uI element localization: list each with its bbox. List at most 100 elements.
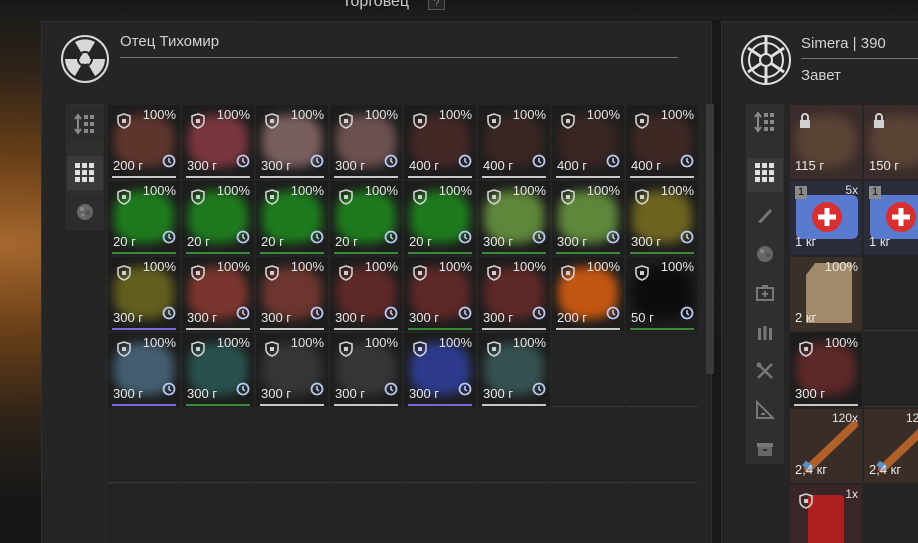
- player-item-slot[interactable]: 100% 2 кг: [790, 257, 862, 331]
- trader-name-underline: [120, 57, 678, 58]
- trader-item-slot[interactable]: 100% 300 г: [552, 181, 624, 255]
- trader-item-slot[interactable]: 100% 20 г: [404, 181, 476, 255]
- player-item-slot[interactable]: 1 1 кг: [864, 181, 918, 255]
- shield-icon: [561, 113, 575, 134]
- item-condition: 100%: [438, 335, 472, 350]
- trader-item-slot[interactable]: 100% 300 г: [182, 257, 254, 331]
- trader-item-slot[interactable]: 100% 200 г: [552, 257, 624, 331]
- empty-slot[interactable]: [404, 409, 476, 483]
- empty-slot[interactable]: [626, 333, 698, 407]
- empty-slot[interactable]: [552, 333, 624, 407]
- trader-item-slot[interactable]: 100% 400 г: [404, 105, 476, 179]
- trader-item-slot[interactable]: 100% 300 г: [330, 257, 402, 331]
- trader-item-slot[interactable]: 100% 20 г: [256, 181, 328, 255]
- empty-slot[interactable]: [864, 257, 918, 331]
- lock-icon: [872, 113, 886, 134]
- trader-item-slot[interactable]: 100% 300 г: [182, 333, 254, 407]
- trader-item-slot[interactable]: 100% 50 г: [626, 257, 698, 331]
- item-price: 300 г: [335, 158, 366, 173]
- empty-slot[interactable]: [182, 409, 254, 483]
- trader-tab-all[interactable]: [67, 156, 103, 190]
- empty-slot[interactable]: [552, 485, 624, 543]
- player-item-slot[interactable]: 100% 300 г: [790, 333, 862, 407]
- trader-item-slot[interactable]: 100% 300 г: [330, 105, 402, 179]
- trader-item-slot[interactable]: 100% 300 г: [478, 257, 550, 331]
- item-condition: 100%: [364, 107, 398, 122]
- empty-slot[interactable]: [626, 409, 698, 483]
- item-rarity-line: [408, 404, 472, 406]
- item-condition: 100%: [512, 335, 546, 350]
- trader-item-slot[interactable]: 100% 300 г: [626, 181, 698, 255]
- player-tab-ammo[interactable]: [747, 317, 783, 351]
- shield-icon: [487, 189, 501, 210]
- help-button[interactable]: ?: [428, 0, 445, 10]
- trader-item-slot[interactable]: 100% 20 г: [182, 181, 254, 255]
- trader-item-slot[interactable]: 100% 400 г: [626, 105, 698, 179]
- trader-item-slot[interactable]: 100% 400 г: [552, 105, 624, 179]
- empty-slot[interactable]: [330, 485, 402, 543]
- trader-item-slot[interactable]: 100% 20 г: [108, 181, 180, 255]
- item-label: 1 кг: [795, 234, 817, 249]
- player-item-slot[interactable]: 1 5x 1 кг: [790, 181, 862, 255]
- trader-item-slot[interactable]: 100% 300 г: [256, 333, 328, 407]
- player-item-slot[interactable]: 1x: [790, 485, 862, 543]
- trader-scrollbar[interactable]: [706, 104, 714, 374]
- empty-slot[interactable]: [478, 409, 550, 483]
- trader-item-slot[interactable]: 100% 300 г: [256, 105, 328, 179]
- trader-item-slot[interactable]: 100% 300 г: [108, 333, 180, 407]
- empty-slot[interactable]: [864, 485, 918, 543]
- trader-item-slot[interactable]: 100% 20 г: [330, 181, 402, 255]
- player-tab-drawing[interactable]: [747, 395, 783, 429]
- trader-item-slot[interactable]: 100% 300 г: [404, 257, 476, 331]
- trader-item-slot[interactable]: 100% 200 г: [108, 105, 180, 179]
- trader-item-slot[interactable]: 100% 300 г: [404, 333, 476, 407]
- trader-sort-button[interactable]: [67, 107, 103, 141]
- player-name-underline: [801, 58, 918, 59]
- player-item-slot[interactable]: 150 г: [864, 105, 918, 179]
- item-rarity-line: [482, 176, 546, 178]
- medkit-image: [796, 195, 858, 239]
- clock-icon: [458, 154, 472, 173]
- item-condition: 100%: [660, 259, 694, 274]
- shield-icon: [117, 341, 131, 362]
- empty-slot[interactable]: [478, 485, 550, 543]
- trader-tab-artifacts[interactable]: [67, 195, 103, 229]
- trader-inventory-grid: 100% 200 г 100% 300 г 100% 300 г 100% 300 г 100%…: [108, 105, 700, 543]
- trader-item-slot[interactable]: 100% 300 г: [108, 257, 180, 331]
- empty-slot[interactable]: [256, 485, 328, 543]
- player-tab-sort[interactable]: [747, 107, 783, 141]
- item-condition: 100%: [216, 259, 250, 274]
- trader-item-slot[interactable]: 100% 300 г: [182, 105, 254, 179]
- trader-item-slot[interactable]: 100% 300 г: [478, 181, 550, 255]
- empty-slot[interactable]: [404, 485, 476, 543]
- trader-item-slot[interactable]: 100% 300 г: [256, 257, 328, 331]
- player-tab-grid[interactable]: [747, 158, 783, 192]
- trader-item-slot[interactable]: 100% 400 г: [478, 105, 550, 179]
- empty-slot[interactable]: [626, 485, 698, 543]
- item-rarity-line: [112, 404, 176, 406]
- empty-slot[interactable]: [108, 485, 180, 543]
- trader-item-slot[interactable]: 100% 300 г: [330, 333, 402, 407]
- empty-slot[interactable]: [330, 409, 402, 483]
- player-tab-knife[interactable]: [747, 200, 783, 234]
- item-count-badge: 1: [795, 186, 807, 199]
- item-price: 300 г: [631, 234, 662, 249]
- player-item-slot[interactable]: 120x 2,4 кг: [790, 409, 862, 483]
- empty-slot[interactable]: [552, 409, 624, 483]
- item-condition: 100%: [438, 107, 472, 122]
- player-item-slot[interactable]: 120x 2,4 кг: [864, 409, 918, 483]
- player-tab-tools[interactable]: [747, 356, 783, 390]
- item-price: 20 г: [261, 234, 284, 249]
- empty-slot[interactable]: [182, 485, 254, 543]
- empty-slot[interactable]: [864, 333, 918, 407]
- trader-item-slot[interactable]: 100% 300 г: [478, 333, 550, 407]
- player-item-slot[interactable]: 115 г: [790, 105, 862, 179]
- empty-slot[interactable]: [108, 409, 180, 483]
- player-tab-artifact[interactable]: [747, 239, 783, 273]
- player-tab-box[interactable]: [747, 434, 783, 468]
- shield-icon: [799, 493, 813, 514]
- player-tab-medkit[interactable]: [747, 278, 783, 312]
- box-icon: [755, 439, 775, 464]
- sort-icon: [753, 110, 777, 139]
- empty-slot[interactable]: [256, 409, 328, 483]
